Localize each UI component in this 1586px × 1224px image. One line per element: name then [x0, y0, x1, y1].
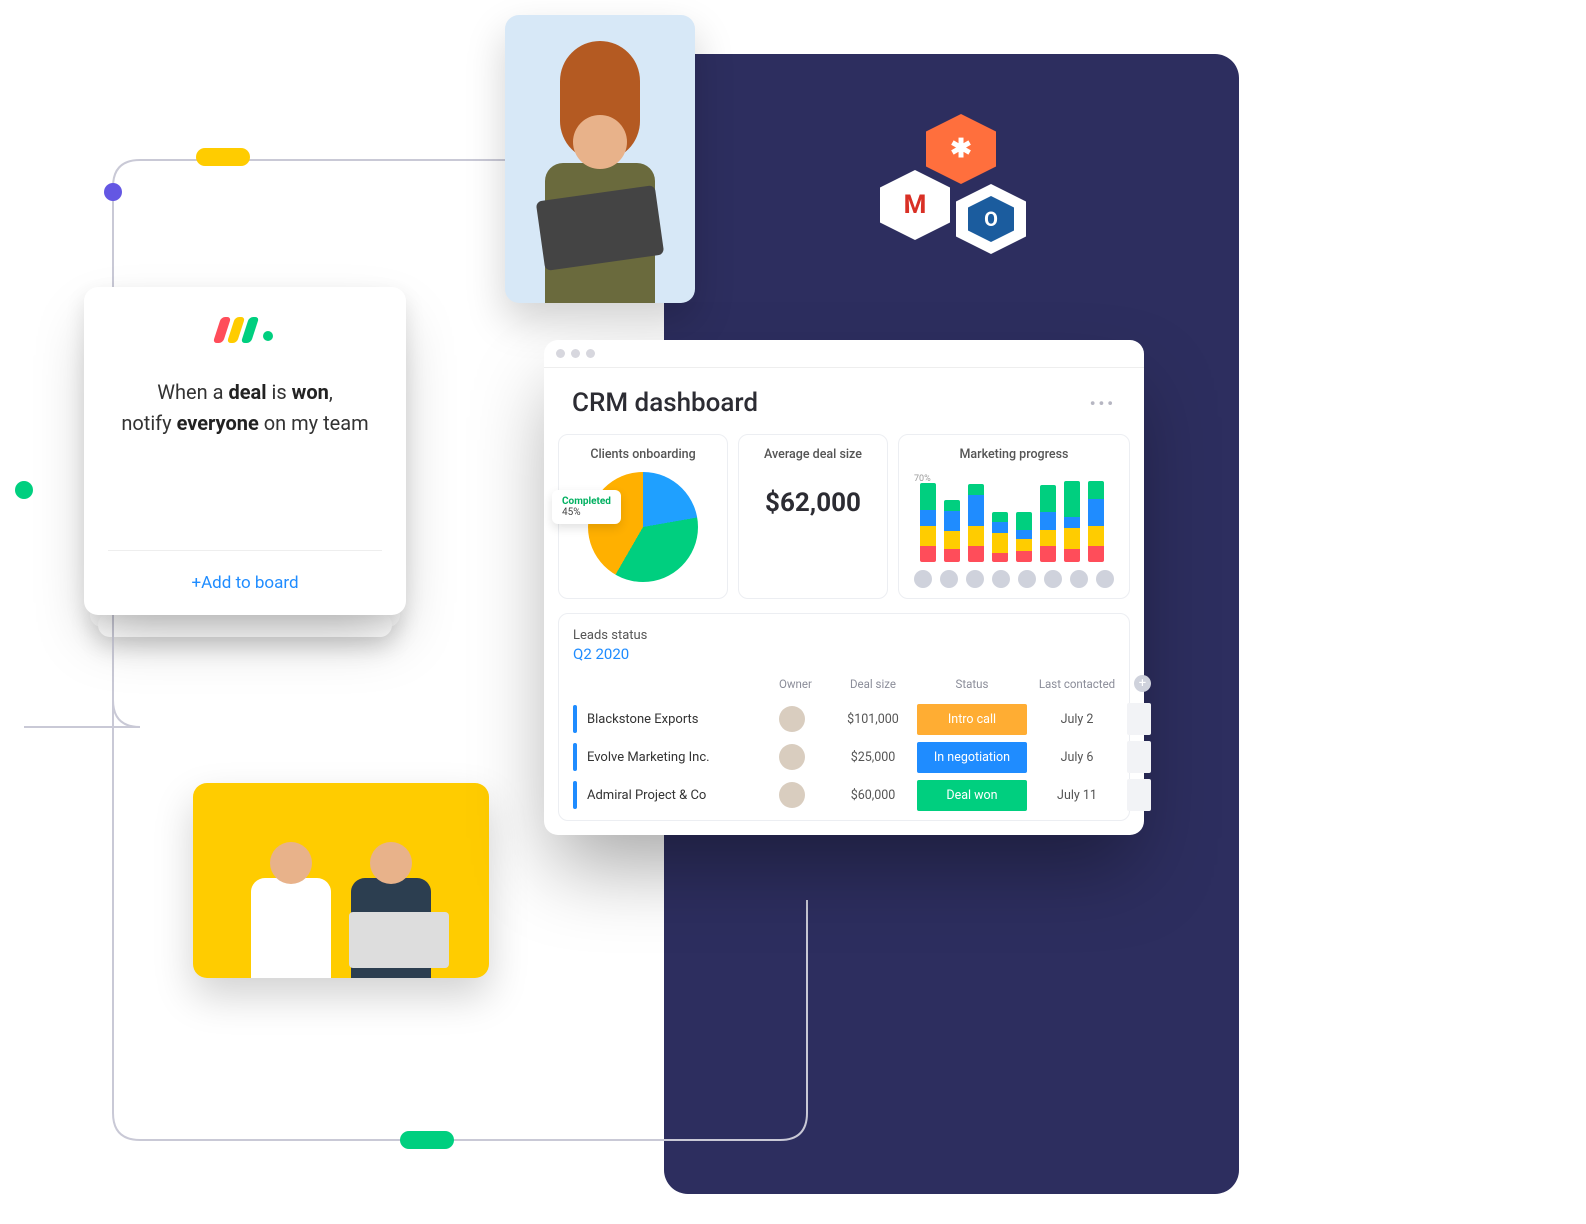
- avatar: [914, 570, 932, 588]
- widget-title: Marketing progress: [959, 447, 1068, 462]
- avatar: [992, 570, 1010, 588]
- connector-dot-purple: [104, 183, 122, 201]
- lead-deal-size: $101,000: [835, 712, 911, 727]
- leads-panel: Leads status Q2 2020 name Owner Deal siz…: [558, 613, 1130, 821]
- add-column-button[interactable]: +: [1134, 675, 1151, 692]
- photo-woman-laptop: [505, 15, 695, 303]
- widget-marketing-progress: Marketing progress 70%: [898, 434, 1130, 599]
- lead-name: Evolve Marketing Inc.: [573, 743, 773, 771]
- lead-trail-cell: [1127, 741, 1151, 773]
- onboarding-pie-chart: [588, 472, 698, 582]
- lead-last-contacted: July 11: [1033, 788, 1121, 803]
- lead-row[interactable]: Evolve Marketing Inc. $25,000 In negotiati…: [573, 738, 1115, 776]
- connector-pill-yellow: [196, 148, 250, 166]
- lead-status[interactable]: In negotiation: [917, 742, 1027, 773]
- lead-last-contacted: July 6: [1033, 750, 1121, 765]
- lead-row[interactable]: Blackstone Exports$101,000Intro callJuly…: [573, 700, 1115, 738]
- avatar: [1096, 570, 1114, 588]
- avg-deal-value: $62,000: [765, 488, 861, 518]
- col-deal-size: Deal size: [835, 677, 911, 691]
- automation-card: When a deal is won, notify everyone on m…: [84, 287, 406, 615]
- lead-trail-cell: [1127, 779, 1151, 811]
- avatar: [1070, 570, 1088, 588]
- bar: [1088, 481, 1104, 562]
- widget-title: Average deal size: [764, 447, 862, 462]
- lead-status[interactable]: Intro call: [917, 704, 1027, 735]
- crm-dashboard-window: CRM dashboard ••• Clients onboarding Com…: [544, 340, 1144, 835]
- bar: [1064, 481, 1080, 562]
- owner-avatar[interactable]: [779, 706, 829, 732]
- lead-row[interactable]: Admiral Project & Co$60,000Deal wonJuly …: [573, 776, 1115, 814]
- col-status: Status: [917, 677, 1027, 691]
- col-last-contacted: Last contacted: [1033, 677, 1121, 691]
- leads-header-row: name Owner Deal size Status Last contact…: [573, 671, 1115, 700]
- lead-name: Admiral Project & Co: [573, 781, 773, 809]
- more-menu-button[interactable]: •••: [1090, 394, 1116, 413]
- owner-avatar[interactable]: [779, 744, 829, 770]
- monday-logo-icon: [217, 317, 273, 343]
- widget-avg-deal-size: Average deal size $62,000: [738, 434, 888, 599]
- bar: [1040, 485, 1056, 562]
- leads-period[interactable]: Q2 2020: [573, 645, 1115, 663]
- lead-deal-size: $25,000: [835, 750, 911, 765]
- pie-completed-label: Completed 45%: [552, 490, 621, 524]
- lead-last-contacted: July 2: [1033, 712, 1121, 727]
- widget-title: Clients onboarding: [590, 447, 695, 462]
- bar-y-label: 70%: [914, 474, 931, 484]
- dashboard-title: CRM dashboard: [572, 388, 758, 418]
- bar-avatars: [914, 570, 1114, 588]
- lead-name: Blackstone Exports: [573, 705, 773, 733]
- col-owner: Owner: [779, 677, 829, 691]
- connector-pill-green: [400, 1131, 454, 1149]
- avatar: [966, 570, 984, 588]
- connector-dot-teal: [15, 481, 33, 499]
- avatar: [1044, 570, 1062, 588]
- leads-title: Leads status: [573, 628, 1115, 643]
- marketing-bar-chart: 70%: [920, 472, 1108, 562]
- lead-trail-cell: [1127, 703, 1151, 735]
- bar: [944, 500, 960, 562]
- bar: [968, 484, 984, 562]
- bar: [992, 512, 1008, 562]
- photo-two-men: [193, 783, 489, 978]
- automation-sentence: When a deal is won, notify everyone on m…: [121, 377, 368, 439]
- bar: [920, 483, 936, 562]
- avatar: [1018, 570, 1036, 588]
- widget-clients-onboarding: Clients onboarding Completed 45%: [558, 434, 728, 599]
- bar: [1016, 512, 1032, 562]
- lead-status[interactable]: Deal won: [917, 780, 1027, 811]
- window-chrome: [544, 340, 1144, 368]
- owner-avatar[interactable]: [779, 782, 829, 808]
- avatar: [940, 570, 958, 588]
- lead-deal-size: $60,000: [835, 788, 911, 803]
- add-to-board-button[interactable]: +Add to board: [108, 550, 382, 615]
